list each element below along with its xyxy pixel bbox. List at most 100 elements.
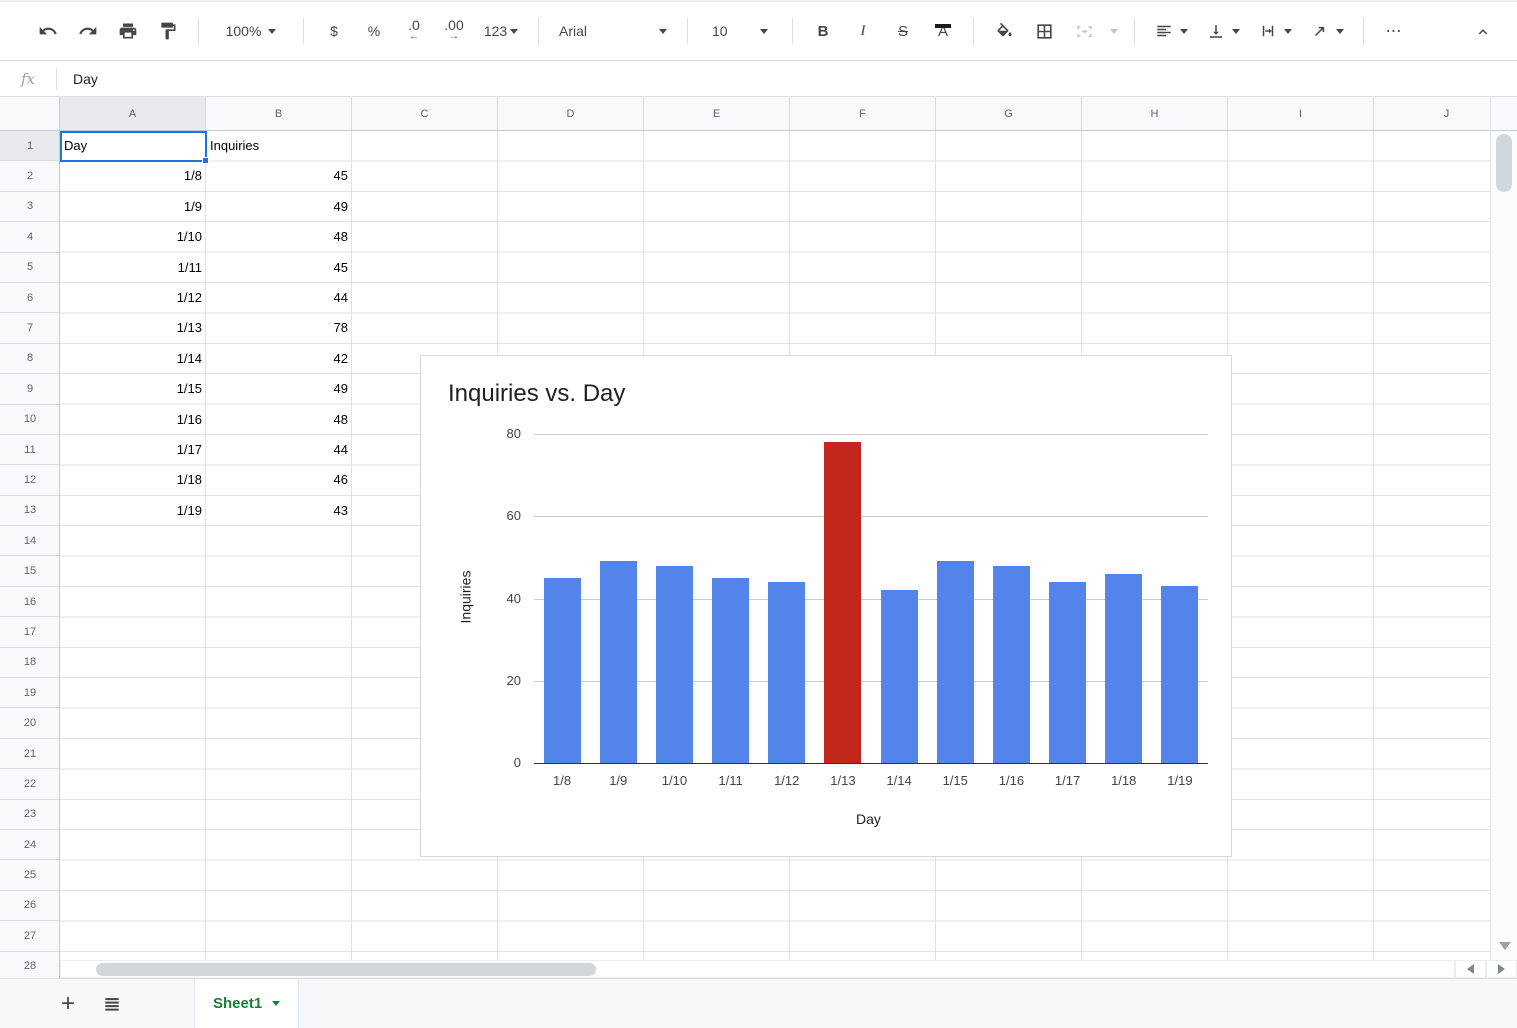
number-format-menu[interactable]: 123: [474, 13, 528, 49]
row-header-26[interactable]: 26: [0, 891, 60, 921]
row-header-4[interactable]: 4: [0, 222, 60, 252]
column-header-C[interactable]: C: [352, 97, 498, 131]
column-header-G[interactable]: G: [936, 97, 1082, 131]
row-header-16[interactable]: 16: [0, 587, 60, 617]
fill-color-button[interactable]: [984, 13, 1024, 49]
chart-bar-1/10[interactable]: [656, 566, 693, 763]
row-header-10[interactable]: 10: [0, 405, 60, 435]
row-header-7[interactable]: 7: [0, 313, 60, 343]
selected-cell-outline[interactable]: [60, 131, 207, 162]
collapse-toolbar-button[interactable]: [1463, 14, 1503, 50]
cell-B10[interactable]: 48: [206, 405, 352, 435]
cell-B3[interactable]: 49: [206, 192, 352, 222]
cell-B6[interactable]: 44: [206, 283, 352, 313]
column-header-B[interactable]: B: [206, 97, 352, 131]
cell-B9[interactable]: 49: [206, 374, 352, 404]
borders-button[interactable]: [1024, 13, 1064, 49]
chart-bar-1/14[interactable]: [881, 590, 918, 763]
row-header-9[interactable]: 9: [0, 374, 60, 404]
scroll-down-arrow[interactable]: [1499, 942, 1511, 950]
cell-B11[interactable]: 44: [206, 435, 352, 465]
cell-B7[interactable]: 78: [206, 313, 352, 343]
cell-A5[interactable]: 1/11: [60, 253, 206, 283]
cell-A3[interactable]: 1/9: [60, 192, 206, 222]
row-header-18[interactable]: 18: [0, 648, 60, 678]
column-header-H[interactable]: H: [1082, 97, 1228, 131]
fill-handle[interactable]: [202, 157, 209, 164]
horizontal-align-menu[interactable]: [1145, 13, 1197, 49]
column-header-J[interactable]: J: [1374, 97, 1490, 131]
chart-bar-1/13[interactable]: [824, 442, 861, 763]
increase-decimal-button[interactable]: .00→: [434, 13, 474, 49]
row-header-11[interactable]: 11: [0, 435, 60, 465]
scroll-right-button[interactable]: [1486, 960, 1517, 978]
cell-B1[interactable]: Inquiries: [206, 131, 352, 161]
all-sheets-button[interactable]: [92, 984, 132, 1024]
row-header-25[interactable]: 25: [0, 860, 60, 890]
cell-A7[interactable]: 1/13: [60, 313, 206, 343]
cell-B2[interactable]: 45: [206, 161, 352, 191]
row-header-6[interactable]: 6: [0, 283, 60, 313]
cell-A12[interactable]: 1/18: [60, 465, 206, 495]
row-header-20[interactable]: 20: [0, 708, 60, 738]
cell-B12[interactable]: 46: [206, 465, 352, 495]
row-header-12[interactable]: 12: [0, 465, 60, 495]
chart-bar-1/19[interactable]: [1161, 586, 1198, 763]
format-percent-button[interactable]: %: [354, 13, 394, 49]
add-sheet-button[interactable]: +: [48, 984, 88, 1024]
font-size-select[interactable]: 10: [698, 13, 782, 49]
chart-panel[interactable]: Inquiries vs. Day Inquiries Day 02040608…: [420, 355, 1232, 857]
row-header-5[interactable]: 5: [0, 253, 60, 283]
cell-B13[interactable]: 43: [206, 496, 352, 526]
column-header-F[interactable]: F: [790, 97, 936, 131]
undo-button[interactable]: [28, 13, 68, 49]
row-header-23[interactable]: 23: [0, 800, 60, 830]
row-header-3[interactable]: 3: [0, 192, 60, 222]
scroll-left-button[interactable]: [1455, 960, 1486, 978]
row-header-21[interactable]: 21: [0, 739, 60, 769]
format-currency-button[interactable]: $: [314, 13, 354, 49]
row-header-27[interactable]: 27: [0, 921, 60, 951]
vertical-align-menu[interactable]: [1197, 13, 1249, 49]
row-header-22[interactable]: 22: [0, 769, 60, 799]
cell-B8[interactable]: 42: [206, 344, 352, 374]
chart-bar-1/17[interactable]: [1049, 582, 1086, 763]
vertical-scrollbar[interactable]: [1490, 97, 1517, 960]
redo-button[interactable]: [68, 13, 108, 49]
row-header-15[interactable]: 15: [0, 556, 60, 586]
row-header-13[interactable]: 13: [0, 496, 60, 526]
select-all-corner[interactable]: [0, 97, 60, 131]
formula-input[interactable]: Day: [57, 71, 98, 87]
horizontal-scrollbar-thumb[interactable]: [96, 963, 596, 976]
column-header-D[interactable]: D: [498, 97, 644, 131]
italic-button[interactable]: I: [843, 13, 883, 49]
row-header-14[interactable]: 14: [0, 526, 60, 556]
chart-bar-1/15[interactable]: [937, 561, 974, 763]
cell-B4[interactable]: 48: [206, 222, 352, 252]
more-toolbar-button[interactable]: ⋯: [1374, 13, 1414, 49]
text-wrap-menu[interactable]: [1249, 13, 1301, 49]
chart-bar-1/9[interactable]: [600, 561, 637, 763]
cell-A10[interactable]: 1/16: [60, 405, 206, 435]
cell-B5[interactable]: 45: [206, 253, 352, 283]
column-header-I[interactable]: I: [1228, 97, 1374, 131]
chart-bar-1/8[interactable]: [544, 578, 581, 763]
row-header-2[interactable]: 2: [0, 161, 60, 191]
merge-cells-button[interactable]: [1064, 13, 1104, 49]
chart-bar-1/16[interactable]: [993, 566, 1030, 763]
text-color-button[interactable]: A: [923, 13, 963, 49]
text-rotation-menu[interactable]: [1301, 13, 1353, 49]
cell-A9[interactable]: 1/15: [60, 374, 206, 404]
zoom-select[interactable]: 100%: [209, 13, 293, 49]
column-header-A[interactable]: A: [60, 97, 206, 131]
tab-sheet1[interactable]: Sheet1: [194, 979, 299, 1028]
vertical-scrollbar-thumb[interactable]: [1496, 134, 1512, 192]
cell-A13[interactable]: 1/19: [60, 496, 206, 526]
column-header-E[interactable]: E: [644, 97, 790, 131]
cell-A6[interactable]: 1/12: [60, 283, 206, 313]
chart-bar-1/18[interactable]: [1105, 574, 1142, 763]
decrease-decimal-button[interactable]: .0←: [394, 13, 434, 49]
merge-cells-menu[interactable]: [1104, 13, 1124, 49]
row-header-19[interactable]: 19: [0, 678, 60, 708]
cell-A11[interactable]: 1/17: [60, 435, 206, 465]
